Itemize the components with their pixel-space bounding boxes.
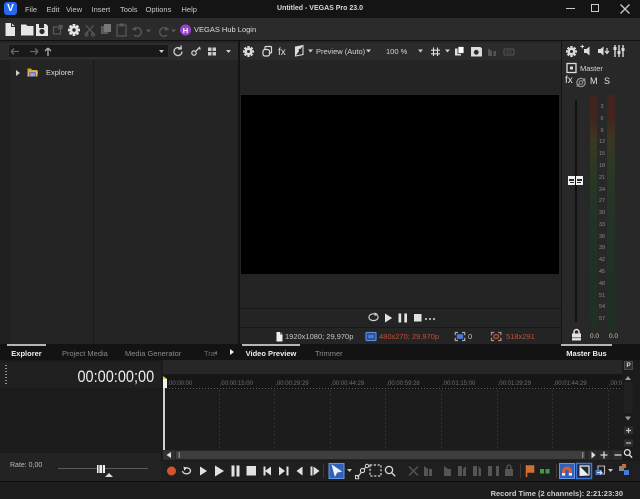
svg-text:fx: fx	[278, 47, 286, 58]
svg-text:H: H	[183, 26, 188, 35]
